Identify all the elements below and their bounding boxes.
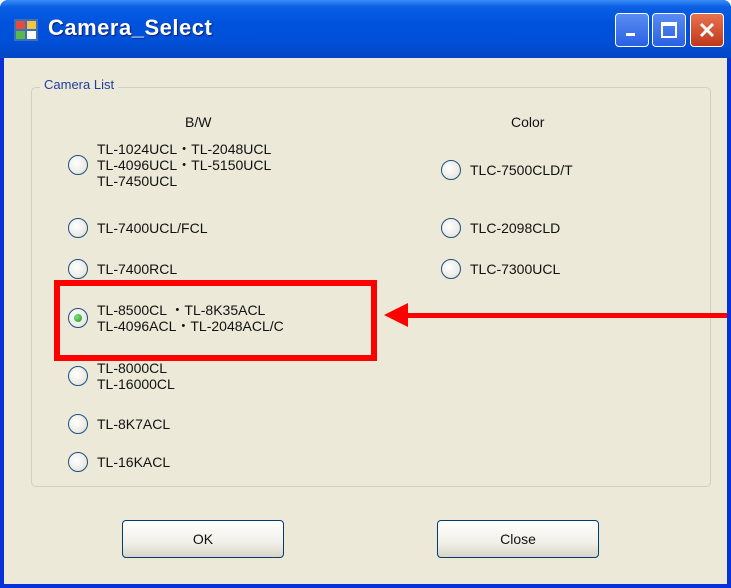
radio-button[interactable]	[68, 259, 88, 279]
close-button[interactable]: Close	[437, 520, 599, 558]
radio-button[interactable]	[68, 218, 88, 238]
close-icon	[699, 22, 715, 38]
minimize-button[interactable]	[615, 13, 649, 47]
radio-button[interactable]	[441, 160, 461, 180]
radio-color-2[interactable]: TLC-7300UCL	[441, 259, 560, 279]
radio-button[interactable]	[68, 452, 88, 472]
radio-label: TLC-2098CLD	[470, 220, 561, 236]
color-column-header: Color	[511, 114, 545, 130]
radio-button[interactable]	[68, 155, 88, 175]
app-icon	[14, 19, 38, 41]
radio-label: TL-7400RCL	[97, 261, 178, 277]
arrow-line	[406, 313, 727, 318]
close-window-button[interactable]	[690, 13, 724, 47]
radio-color-1[interactable]: TLC-2098CLD	[441, 218, 560, 238]
window-title: Camera_Select	[48, 15, 213, 40]
radio-bw-6[interactable]: TL-16KACL	[68, 452, 170, 472]
radio-button[interactable]	[441, 259, 461, 279]
radio-label: TL-1024UCL・TL-2048UCL TL-4096UCL・TL-5150…	[97, 141, 272, 189]
maximize-icon	[661, 22, 677, 38]
radio-bw-4[interactable]: TL-8000CL TL-16000CL	[68, 360, 175, 392]
ok-button[interactable]: OK	[122, 520, 284, 558]
bw-column-header: B/W	[185, 114, 212, 130]
radio-button[interactable]	[441, 218, 461, 238]
radio-bw-2[interactable]: TL-7400RCL	[68, 259, 177, 279]
radio-label: TL-16KACL	[97, 454, 171, 470]
radio-label: TLC-7300UCL	[470, 261, 561, 277]
radio-label: TL-8K7ACL	[97, 416, 171, 432]
radio-label: TLC-7500CLD/T	[470, 162, 573, 178]
radio-bw-1[interactable]: TL-7400UCL/FCL	[68, 218, 208, 238]
radio-button[interactable]	[68, 414, 88, 434]
minimize-icon	[626, 33, 635, 36]
arrow-head-icon	[384, 303, 408, 327]
radio-label: TL-7400UCL/FCL	[97, 220, 208, 236]
title-bar[interactable]: Camera_Select	[0, 0, 731, 58]
radio-color-0[interactable]: TLC-7500CLD/T	[441, 160, 573, 180]
radio-label: TL-8000CL TL-16000CL	[97, 360, 175, 392]
camera-list-legend: Camera List	[40, 77, 119, 92]
radio-bw-0[interactable]: TL-1024UCL・TL-2048UCL TL-4096UCL・TL-5150…	[68, 141, 271, 189]
radio-button[interactable]	[68, 366, 88, 386]
highlight-box	[54, 280, 377, 361]
maximize-button[interactable]	[652, 13, 686, 47]
radio-bw-5[interactable]: TL-8K7ACL	[68, 414, 170, 434]
